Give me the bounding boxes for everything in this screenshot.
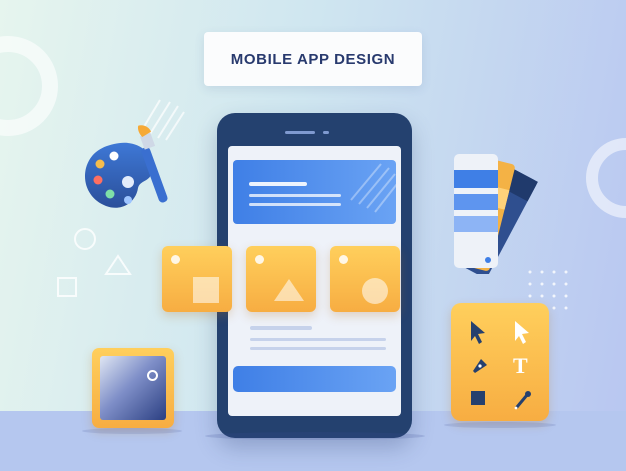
text-tool-icon: T	[513, 353, 528, 378]
hero-text-line-2	[249, 203, 341, 206]
eyedropper-icon	[514, 391, 531, 410]
bg-circle-outline	[74, 228, 96, 250]
illustration-canvas: MOBILE APP DESIGN T	[0, 0, 626, 471]
bg-square-outline	[57, 277, 77, 297]
hero-title-line	[249, 182, 307, 186]
page-title: MOBILE APP DESIGN	[230, 50, 396, 68]
tile-dot	[339, 255, 348, 264]
tile-dot	[171, 255, 180, 264]
color-swatch-fan-icon	[454, 154, 538, 274]
square-tool-icon	[471, 391, 485, 405]
bg-ring-right	[586, 138, 626, 218]
svg-text:T: T	[513, 353, 528, 378]
pen-tool-icon	[473, 359, 487, 373]
color-picker-gradient	[100, 356, 166, 420]
title-card: MOBILE APP DESIGN	[204, 32, 422, 86]
square-shape-icon	[193, 277, 219, 303]
triangle-shape-icon	[274, 279, 304, 301]
phone-camera	[323, 131, 329, 134]
phone-speaker	[285, 131, 315, 134]
screen-text-line-1	[250, 326, 312, 330]
bg-triangle-outline	[104, 254, 132, 275]
bg-ring-left	[0, 36, 58, 136]
circle-shape-icon	[362, 278, 388, 304]
hero-text-line-1	[249, 194, 341, 197]
screen-button	[233, 366, 396, 392]
pointer-cursor-icon	[515, 321, 529, 344]
design-tools-panel-icon: T	[451, 303, 549, 421]
panel-shadow	[444, 422, 556, 428]
phone-shadow	[205, 432, 425, 440]
color-picker-icon	[92, 348, 174, 428]
screen-text-line-2	[250, 338, 386, 341]
screen-hero-card	[233, 160, 396, 224]
tools-grid: T	[471, 321, 531, 410]
circle-shape-tile	[330, 246, 400, 312]
tile-dot	[255, 255, 264, 264]
hero-hatch-pattern	[350, 163, 396, 213]
arrow-cursor-icon	[471, 321, 485, 344]
square-shape-tile	[162, 246, 232, 312]
triangle-shape-tile	[246, 246, 316, 312]
screen-text-line-3	[250, 347, 386, 350]
picker-shadow	[82, 428, 182, 434]
color-picker-handle	[147, 370, 158, 381]
palette-icon	[84, 125, 168, 208]
